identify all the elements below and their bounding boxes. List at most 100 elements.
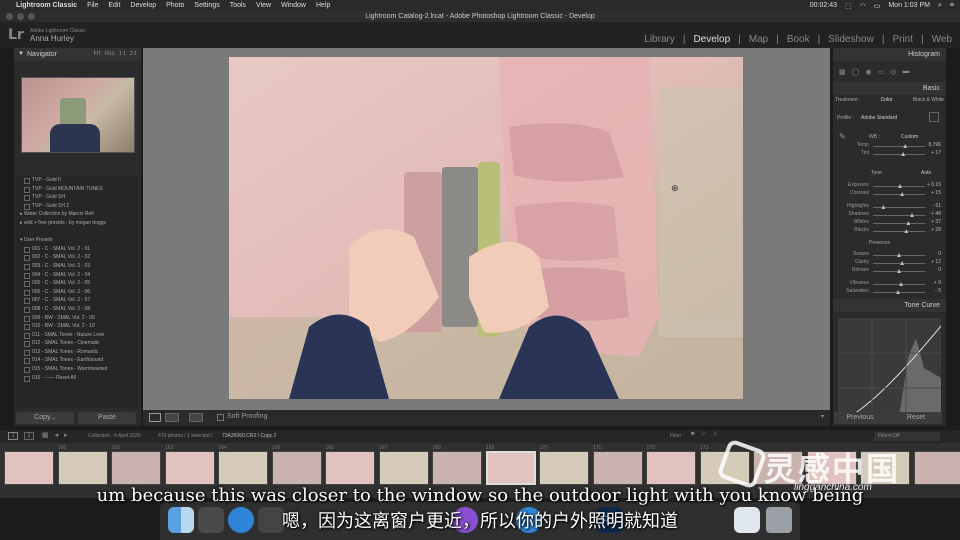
menu-file[interactable]: File [87, 2, 98, 9]
filmstrip-thumbnail[interactable] [485, 451, 536, 485]
red-eye-icon[interactable]: ◉ [865, 68, 871, 78]
menu-window[interactable]: Window [281, 2, 306, 9]
preset-item[interactable]: 009 - BW - SMAL Vol. 2 - 09 [16, 314, 137, 323]
slider-tint[interactable]: Tint + 17 [837, 150, 941, 158]
preset-item[interactable]: TVP - Gold SH 2 [16, 202, 137, 211]
flag-unflagged-icon[interactable]: ⚐ [713, 431, 718, 438]
preset-item[interactable]: TVP - Gold II [16, 176, 137, 185]
preset-group[interactable]: ▸ wild + free presets - by megan boggs [16, 219, 137, 228]
slider-clarity[interactable]: Clarity + 12 [837, 259, 941, 267]
zoom-2-1[interactable]: 2:1 [130, 48, 137, 61]
filmstrip-thumbnail[interactable] [539, 451, 589, 485]
slider-contrast[interactable]: Contrast + 15 [837, 190, 941, 198]
preset-item[interactable]: 004 - C - SMAL Vol. 2 - 04 [16, 271, 137, 280]
slider-value[interactable]: 0 [938, 267, 941, 273]
slider-texture[interactable]: Texture 0 [837, 251, 941, 259]
preset-item[interactable]: 001 - C - SMAL Vol. 2 - 01 [16, 245, 137, 254]
slider-shadows[interactable]: Shadows + 48 [837, 211, 941, 219]
filmstrip-thumbnail[interactable] [646, 451, 696, 485]
slider-track[interactable] [873, 223, 925, 224]
radial-filter-icon[interactable]: ◎ [890, 68, 896, 78]
toolbar-menu-icon[interactable]: ▾ [821, 413, 824, 420]
slider-value[interactable]: + 17 [931, 150, 941, 156]
tone-curve-graph[interactable] [837, 318, 942, 425]
zoom-window-button[interactable] [28, 13, 35, 20]
preset-group[interactable]: ▾ User Presets [16, 236, 137, 245]
clock[interactable]: Mon 1:03 PM [888, 2, 930, 9]
menu-list-icon[interactable]: ≡ [950, 2, 954, 9]
histogram-header[interactable]: Histogram [833, 48, 946, 61]
before-after-icon[interactable] [165, 413, 179, 422]
filmstrip-thumbnail[interactable] [432, 451, 482, 485]
brush-icon[interactable]: ▬ [902, 68, 909, 78]
previous-button[interactable]: Previous [834, 412, 886, 424]
menu-develop[interactable]: Develop [130, 2, 156, 9]
module-web[interactable]: Web [932, 34, 952, 45]
white-balance-picker-icon[interactable]: ✎ [839, 132, 846, 141]
slider-value[interactable]: - 61 [932, 203, 941, 209]
before-after-swap-icon[interactable] [189, 413, 203, 422]
main-window-button[interactable]: 1 [8, 432, 18, 440]
module-library[interactable]: Library [644, 34, 675, 45]
filmstrip-thumbnail[interactable] [378, 451, 429, 485]
slider-value[interactable]: + 48 [931, 211, 941, 217]
profile-browser-icon[interactable] [929, 112, 939, 122]
grid-view-icon[interactable]: ▦ [42, 431, 49, 439]
navigator-header[interactable]: ▼ Navigator FIT FILL 1:1 2:1 [14, 48, 141, 61]
treatment-bw[interactable]: Black & White [913, 97, 944, 107]
slider-whites[interactable]: Whites + 37 [837, 219, 941, 227]
slider-track[interactable] [873, 284, 925, 285]
slider-value[interactable]: + 9 [934, 280, 941, 286]
preset-item[interactable]: TVP - Gold MOUNTAIN TONES [16, 185, 137, 194]
module-book[interactable]: Book [787, 34, 810, 45]
filmstrip-thumbnail[interactable] [57, 451, 108, 485]
close-window-button[interactable] [6, 13, 13, 20]
navigator-preview[interactable] [21, 77, 135, 153]
forward-arrow-icon[interactable]: ▸ [64, 431, 68, 439]
slider-value[interactable]: + 28 [931, 227, 941, 233]
preset-item[interactable]: 005 - C - SMAL Vol. 2 - 05 [16, 279, 137, 288]
flag-icon[interactable]: ⚑ [690, 431, 695, 438]
slider-temp[interactable]: Temp 8,796 [837, 142, 941, 150]
slider-track[interactable] [873, 154, 925, 155]
slider-value[interactable]: + 0.15 [927, 182, 941, 188]
filmstrip-thumbnail[interactable] [164, 451, 215, 485]
reset-button[interactable]: Reset [890, 412, 942, 424]
main-photo[interactable]: ⊕ [229, 57, 743, 399]
menu-settings[interactable]: Settings [194, 2, 219, 9]
slider-blacks[interactable]: Blacks + 28 [837, 227, 941, 235]
filmstrip-thumbnail[interactable] [325, 451, 375, 485]
preset-item[interactable]: 002 - C - SMAL Vol. 2 - 02 [16, 253, 137, 262]
module-slideshow[interactable]: Slideshow [828, 34, 874, 45]
preset-item[interactable]: 003 - C - SMAL Vol. 2 - 03 [16, 262, 137, 271]
graduated-filter-icon[interactable]: ▭ [878, 68, 885, 78]
paste-settings-button[interactable]: Paste [78, 412, 136, 424]
collapse-triangle-icon[interactable]: ▼ [18, 48, 24, 61]
preset-item[interactable]: 016 - ------ Reset All [16, 374, 137, 383]
preset-item[interactable]: 013 - SMAL Tones - Romantic [16, 348, 137, 357]
zoom-1-1[interactable]: 1:1 [119, 48, 126, 61]
preset-item[interactable]: TVP - Gold SH [16, 193, 137, 202]
menu-edit[interactable]: Edit [108, 2, 120, 9]
loupe-view-icon[interactable] [149, 413, 161, 422]
menu-help[interactable]: Help [316, 2, 330, 9]
slider-vibrance[interactable]: Vibrance + 9 [837, 280, 941, 288]
filmstrip-thumbnail[interactable] [592, 451, 643, 485]
preset-item[interactable]: 012 - SMAL Tones - Cinematic [16, 339, 137, 348]
preset-group[interactable]: ▸ Water Collection by Marcio Reif [16, 210, 137, 219]
module-map[interactable]: Map [749, 34, 768, 45]
slider-value[interactable]: - 5 [935, 288, 941, 294]
back-arrow-icon[interactable]: ◂ [55, 431, 59, 439]
slider-dehaze[interactable]: Dehaze 0 [837, 267, 941, 275]
filmstrip-thumbnail[interactable] [111, 451, 161, 485]
slider-track[interactable] [873, 194, 925, 195]
profile-dropdown[interactable]: Adobe Standard [861, 115, 897, 121]
slider-value[interactable]: + 15 [931, 190, 941, 196]
dropbox-icon[interactable]: ⬚ [845, 2, 852, 10]
soft-proofing-checkbox[interactable] [217, 414, 224, 421]
preset-item[interactable]: 011 - SMAL Tones - Nature Love [16, 331, 137, 340]
slider-track[interactable] [873, 263, 925, 264]
menu-photo[interactable]: Photo [166, 2, 184, 9]
preset-item[interactable]: 008 - C - SMAL Vol. 2 - 08 [16, 305, 137, 314]
slider-saturation[interactable]: Saturation - 5 [837, 288, 941, 296]
